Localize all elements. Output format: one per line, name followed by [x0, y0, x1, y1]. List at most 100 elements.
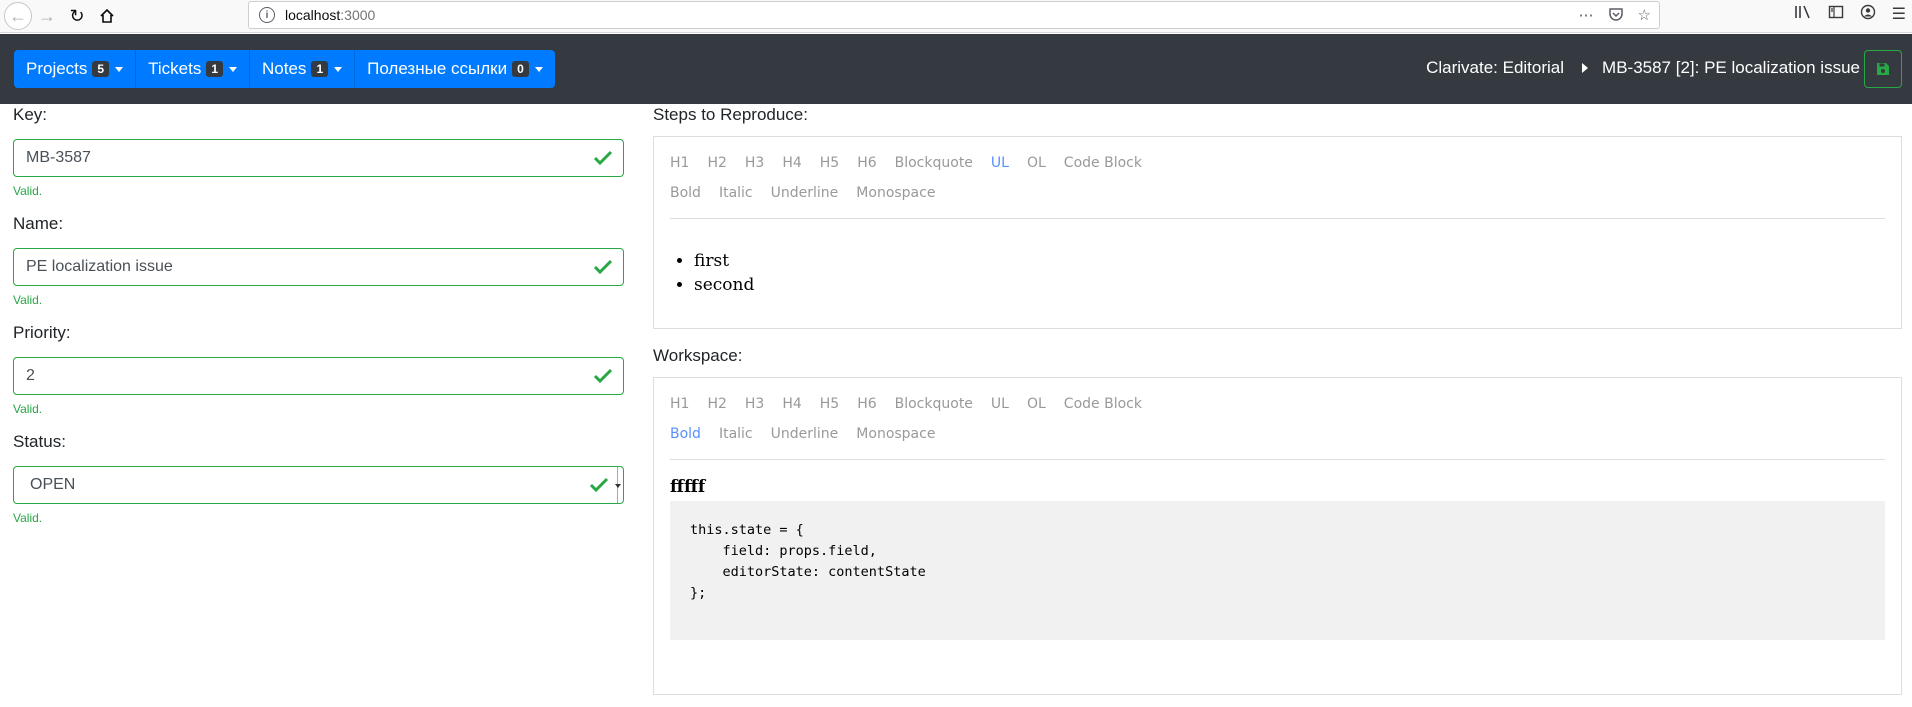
check-icon	[589, 477, 609, 493]
workspace-editor: H1 H2 H3 H4 H5 H6 Blockquote UL OL Code …	[653, 377, 1902, 695]
steps-monospace-button[interactable]: Monospace	[856, 185, 935, 201]
steps-h1-button[interactable]: H1	[670, 155, 689, 171]
workspace-label: Workspace:	[653, 346, 743, 365]
steps-divider	[670, 218, 1885, 219]
key-field-group: Key: MB-3587 Valid.	[13, 105, 624, 214]
caret-down-icon	[229, 66, 238, 72]
workspace-code-block-button[interactable]: Code Block	[1064, 396, 1142, 412]
workspace-divider	[670, 459, 1885, 460]
steps-h4-button[interactable]: H4	[782, 155, 801, 171]
steps-italic-button[interactable]: Italic	[719, 185, 753, 201]
workspace-ol-button[interactable]: OL	[1027, 396, 1046, 412]
priority-input[interactable]: 2	[13, 357, 624, 395]
code-block: this.state = { field: props.field, edito…	[670, 501, 1885, 640]
workspace-h5-button[interactable]: H5	[820, 396, 839, 412]
tickets-label: Tickets	[148, 59, 202, 78]
priority-field-group: Priority: 2 Valid.	[13, 323, 624, 432]
key-input[interactable]: MB-3587	[13, 139, 624, 177]
save-button[interactable]	[1864, 50, 1902, 88]
status-value: OPEN	[30, 476, 76, 493]
steps-h2-button[interactable]: H2	[707, 155, 726, 171]
steps-blockquote-button[interactable]: Blockquote	[895, 155, 973, 171]
workspace-bold-button[interactable]: Bold	[670, 426, 701, 442]
check-icon	[593, 150, 613, 166]
caret-down-icon	[534, 66, 543, 72]
steps-h5-button[interactable]: H5	[820, 155, 839, 171]
projects-dropdown[interactable]: Projects 5	[14, 50, 137, 88]
steps-list: first second	[694, 249, 1901, 297]
breadcrumb-project[interactable]: Clarivate: Editorial	[1426, 58, 1564, 78]
steps-block-toolbar: H1 H2 H3 H4 H5 H6 Blockquote UL OL Code …	[654, 148, 1901, 178]
app-navbar: Projects 5 Tickets 1 Notes 1 Полезные сс…	[0, 34, 1912, 104]
workspace-block-toolbar: H1 H2 H3 H4 H5 H6 Blockquote UL OL Code …	[654, 389, 1901, 419]
workspace-monospace-button[interactable]: Monospace	[856, 426, 935, 442]
menu-icon[interactable]: ☰	[1892, 4, 1906, 25]
steps-h3-button[interactable]: H3	[745, 155, 764, 171]
list-item: second	[694, 273, 1901, 297]
caret-down-icon	[334, 66, 343, 72]
workspace-ul-button[interactable]: UL	[991, 396, 1009, 412]
check-icon	[593, 259, 613, 275]
tickets-count-badge: 1	[206, 61, 224, 77]
status-field-group: Status: OPEN Valid.	[13, 432, 624, 541]
bold-text: fffff	[670, 477, 706, 497]
workspace-h1-button[interactable]: H1	[670, 396, 689, 412]
workspace-inline-toolbar: Bold Italic Underline Monospace	[654, 419, 1901, 449]
url-port: :3000	[340, 7, 376, 23]
steps-ul-button[interactable]: UL	[991, 155, 1009, 171]
workspace-h2-button[interactable]: H2	[707, 396, 726, 412]
home-icon[interactable]	[92, 3, 122, 29]
name-label: Name:	[13, 214, 64, 233]
steps-bold-button[interactable]: Bold	[670, 185, 701, 201]
name-input[interactable]: PE localization issue	[13, 248, 624, 286]
projects-label: Projects	[26, 59, 88, 78]
workspace-h6-button[interactable]: H6	[857, 396, 876, 412]
list-item: first	[694, 249, 1901, 273]
save-icon	[1877, 63, 1889, 75]
steps-content[interactable]: first second	[654, 249, 1901, 297]
url-bar[interactable]: i localhost:3000 ⋯ ☆	[248, 1, 1660, 29]
reload-icon[interactable]: ↻	[62, 3, 92, 29]
workspace-italic-button[interactable]: Italic	[719, 426, 753, 442]
useful-links-dropdown[interactable]: Полезные ссылки 0	[355, 50, 555, 88]
useful-links-label: Полезные ссылки	[367, 59, 508, 78]
site-info-icon[interactable]: i	[259, 7, 275, 23]
notes-label: Notes	[262, 59, 307, 78]
steps-label: Steps to Reproduce:	[653, 105, 808, 124]
workspace-underline-button[interactable]: Underline	[771, 426, 839, 442]
workspace-blockquote-button[interactable]: Blockquote	[895, 396, 973, 412]
bookmark-star-icon[interactable]: ☆	[1638, 6, 1651, 26]
steps-code-block-button[interactable]: Code Block	[1064, 155, 1142, 171]
priority-label: Priority:	[13, 323, 71, 342]
steps-editor: H1 H2 H3 H4 H5 H6 Blockquote UL OL Code …	[653, 136, 1902, 329]
key-value: MB-3587	[26, 149, 91, 166]
library-icon[interactable]	[1794, 4, 1812, 25]
projects-count-badge: 5	[92, 61, 110, 77]
status-label: Status:	[13, 432, 66, 451]
ticket-form: Key: MB-3587 Valid. Name: PE localizatio…	[13, 105, 624, 541]
workspace-h4-button[interactable]: H4	[782, 396, 801, 412]
steps-underline-button[interactable]: Underline	[771, 185, 839, 201]
sidebar-icon[interactable]	[1828, 4, 1844, 25]
check-icon	[593, 368, 613, 384]
name-value: PE localization issue	[26, 258, 173, 275]
page-actions-icon[interactable]: ⋯	[1579, 6, 1594, 26]
useful-links-count-badge: 0	[512, 61, 529, 77]
url-host: localhost	[285, 7, 341, 23]
notes-dropdown[interactable]: Notes 1	[250, 50, 356, 88]
name-valid-feedback: Valid.	[13, 293, 43, 307]
browser-toolbar: ← → ↻ i localhost:3000 ⋯ ☆ ☰	[0, 0, 1912, 33]
steps-h6-button[interactable]: H6	[857, 155, 876, 171]
pocket-icon[interactable]	[1608, 6, 1624, 26]
tickets-dropdown[interactable]: Tickets 1	[136, 50, 251, 88]
status-valid-feedback: Valid.	[13, 511, 43, 525]
caret-right-icon	[1582, 63, 1589, 73]
workspace-h3-button[interactable]: H3	[745, 396, 764, 412]
back-icon[interactable]: ←	[4, 2, 32, 30]
workspace-content[interactable]: fffff this.state = { field: props.field,…	[654, 477, 1901, 640]
steps-ol-button[interactable]: OL	[1027, 155, 1046, 171]
name-field-group: Name: PE localization issue Valid.	[13, 214, 624, 323]
status-select[interactable]: OPEN	[13, 466, 624, 504]
account-icon[interactable]	[1860, 4, 1876, 25]
forward-icon[interactable]: →	[32, 3, 62, 29]
